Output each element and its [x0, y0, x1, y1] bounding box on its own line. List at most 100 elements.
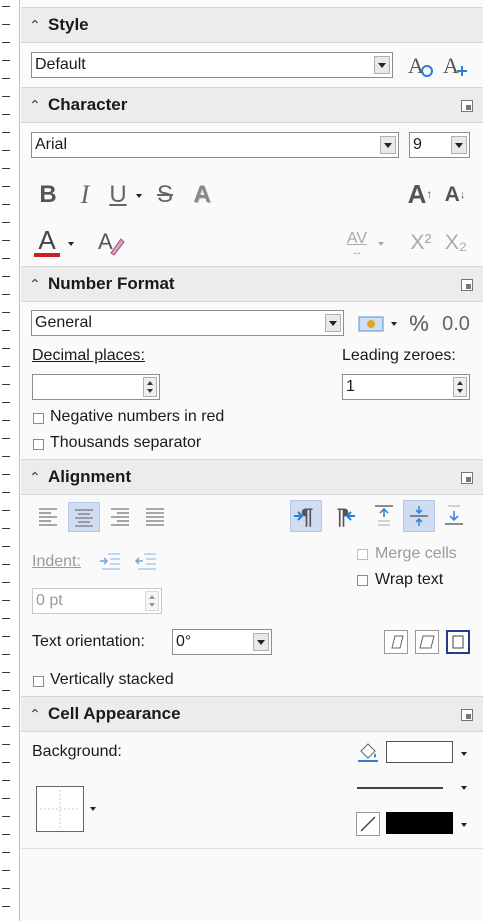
align-bottom-icon[interactable] — [440, 500, 468, 530]
font-size-value: 9 — [413, 136, 422, 153]
indent-spinner[interactable]: 0 pt — [32, 588, 162, 614]
section-title: Style — [48, 15, 89, 34]
collapse-icon[interactable]: ⌃ — [29, 17, 41, 34]
wrap-text-checkbox[interactable] — [357, 575, 368, 586]
chevron-down-icon[interactable] — [380, 136, 396, 154]
indent-label: Indent: — [32, 553, 81, 570]
spin-arrows-icon[interactable] — [145, 591, 159, 611]
align-top-icon[interactable] — [370, 500, 398, 530]
style-value: Default — [35, 56, 86, 73]
bold-icon[interactable]: B — [35, 180, 61, 210]
align-left-icon[interactable] — [34, 502, 62, 530]
highlight-color-icon[interactable]: A — [95, 226, 125, 258]
currency-format-icon[interactable] — [356, 312, 386, 336]
italic-icon[interactable]: I — [72, 180, 98, 210]
character-spacing-icon[interactable]: AV ↔ — [342, 228, 372, 258]
ruler-tick — [2, 726, 10, 727]
style-section-header[interactable]: ⌃ Style — [21, 7, 483, 43]
ruler-tick — [2, 222, 10, 223]
number-format-section-header[interactable]: ⌃ Number Format — [21, 266, 483, 302]
vertical-ruler — [0, 0, 20, 921]
align-center-icon[interactable] — [68, 502, 100, 532]
negative-red-checkbox[interactable] — [33, 413, 44, 424]
ruler-tick — [2, 510, 10, 511]
leading-zeroes-spinner[interactable]: 1 — [342, 374, 470, 400]
left-to-right-icon[interactable]: ¶ — [290, 500, 322, 532]
align-right-icon[interactable] — [106, 502, 134, 530]
new-style-icon[interactable]: A — [441, 52, 471, 80]
align-middle-icon[interactable] — [403, 500, 435, 532]
line-style-preview[interactable] — [357, 787, 443, 789]
ruler-tick — [2, 132, 10, 133]
underline-icon[interactable]: U — [105, 180, 131, 210]
orientation-bottom-icon[interactable] — [384, 630, 408, 654]
text-orientation-value: 0° — [176, 633, 192, 650]
orientation-standard-icon[interactable] — [446, 630, 470, 654]
collapse-icon[interactable]: ⌃ — [29, 469, 41, 486]
more-options-icon[interactable] — [461, 472, 473, 484]
ruler-tick — [2, 276, 10, 277]
ruler-tick — [2, 564, 10, 565]
chevron-down-icon[interactable] — [391, 322, 397, 326]
chevron-down-icon[interactable] — [136, 194, 142, 198]
increase-indent-icon[interactable] — [96, 549, 124, 575]
chevron-down-icon[interactable] — [461, 786, 467, 790]
collapse-icon[interactable]: ⌃ — [29, 706, 41, 723]
strikethrough-icon[interactable]: S — [152, 180, 178, 210]
spin-arrows-icon[interactable] — [143, 377, 157, 397]
ruler-tick — [2, 348, 10, 349]
more-options-icon[interactable] — [461, 709, 473, 721]
line-color-icon[interactable] — [356, 812, 380, 836]
alignment-section-header[interactable]: ⌃ Alignment — [21, 459, 483, 495]
superscript-icon[interactable]: X² — [405, 228, 437, 258]
cell-borders-icon[interactable] — [36, 786, 84, 832]
grow-font-icon[interactable]: A ↑ — [404, 178, 436, 210]
decrease-indent-icon[interactable] — [132, 549, 160, 575]
spin-arrows-icon[interactable] — [453, 377, 467, 397]
background-color-swatch[interactable] — [386, 741, 453, 763]
orientation-top-icon[interactable] — [415, 630, 439, 654]
collapse-icon[interactable]: ⌃ — [29, 97, 41, 114]
ruler-tick — [2, 780, 10, 781]
cell-appearance-section-header[interactable]: ⌃ Cell Appearance — [21, 696, 483, 732]
more-options-icon[interactable] — [461, 279, 473, 291]
percent-icon[interactable]: % — [406, 310, 432, 338]
style-select[interactable]: Default — [31, 52, 393, 78]
chevron-down-icon[interactable] — [374, 56, 390, 74]
chevron-down-icon[interactable] — [325, 314, 341, 332]
chevron-down-icon[interactable] — [253, 633, 269, 651]
background-label: Background: — [32, 743, 122, 760]
character-section-header[interactable]: ⌃ Character — [21, 87, 483, 123]
collapse-icon[interactable]: ⌃ — [29, 276, 41, 293]
vertically-stacked-checkbox[interactable] — [33, 676, 44, 687]
text-orientation-select[interactable]: 0° — [172, 629, 272, 655]
font-name-select[interactable]: Arial — [31, 132, 399, 158]
negative-red-label: Negative numbers in red — [50, 408, 225, 425]
thousands-separator-checkbox[interactable] — [33, 439, 44, 450]
update-style-icon[interactable]: A — [406, 52, 436, 80]
number-category-select[interactable]: General — [31, 310, 344, 336]
line-color-swatch[interactable] — [386, 812, 453, 834]
decimal-format-icon[interactable]: 0.0 — [440, 310, 472, 338]
decimal-places-spinner[interactable] — [32, 374, 160, 400]
chevron-down-icon[interactable] — [90, 807, 96, 811]
shrink-font-icon[interactable]: A ↓ — [440, 180, 470, 210]
subscript-icon[interactable]: X₂ — [440, 228, 472, 258]
chevron-down-icon[interactable] — [461, 752, 467, 756]
ruler-tick — [2, 528, 10, 529]
vertically-stacked-label: Vertically stacked — [50, 671, 174, 688]
ruler-tick — [2, 492, 10, 493]
chevron-down-icon[interactable] — [461, 823, 467, 827]
more-options-icon[interactable] — [461, 100, 473, 112]
shadow-icon[interactable]: A — [189, 180, 215, 210]
paint-bucket-icon[interactable] — [356, 740, 380, 764]
font-color-icon[interactable]: A — [33, 225, 61, 259]
chevron-down-icon[interactable] — [451, 136, 467, 154]
chevron-down-icon[interactable] — [378, 242, 384, 246]
font-size-select[interactable]: 9 — [409, 132, 470, 158]
justify-icon[interactable] — [141, 502, 169, 530]
right-to-left-icon[interactable]: ¶ — [327, 500, 359, 532]
merge-cells-checkbox[interactable] — [357, 549, 368, 560]
chevron-down-icon[interactable] — [68, 242, 74, 246]
ruler-tick — [2, 888, 10, 889]
